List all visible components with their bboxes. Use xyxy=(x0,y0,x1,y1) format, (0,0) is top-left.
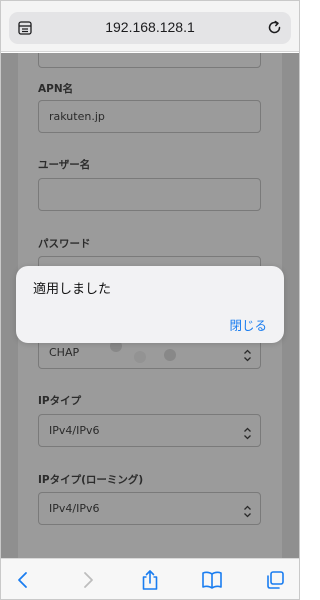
auth-type-value: CHAP xyxy=(49,346,80,359)
username-input[interactable] xyxy=(38,178,261,211)
url-text[interactable]: 192.168.128.1 xyxy=(9,19,291,35)
select-chevron-icon xyxy=(243,425,252,440)
previous-field[interactable] xyxy=(38,53,261,68)
alert-dialog: 適用しました 閉じる xyxy=(16,266,284,343)
apn-input[interactable]: rakuten.jp xyxy=(38,100,261,133)
ip-type-roaming-label: IPタイプ(ローミング) xyxy=(38,474,144,486)
apn-label: APN名 xyxy=(38,83,74,95)
password-label: パスワード xyxy=(38,238,91,250)
apn-value: rakuten.jp xyxy=(49,110,105,123)
dialog-message: 適用しました xyxy=(33,282,112,297)
select-chevron-icon xyxy=(243,503,252,518)
url-field[interactable]: 192.168.128.1 xyxy=(9,12,291,44)
back-icon[interactable] xyxy=(12,569,34,591)
ip-type-select[interactable]: IPv4/IPv6 xyxy=(38,414,261,447)
loading-dot xyxy=(164,349,176,361)
bookmarks-icon[interactable] xyxy=(201,569,223,591)
browser-toolbar xyxy=(0,558,300,600)
ip-type-roaming-select[interactable]: IPv4/IPv6 xyxy=(38,492,261,525)
dialog-close-button[interactable]: 閉じる xyxy=(229,315,267,334)
ip-type-label: IPタイプ xyxy=(38,395,82,407)
browser-address-bar: 192.168.128.1 xyxy=(0,0,300,52)
username-label: ユーザー名 xyxy=(38,159,91,171)
select-chevron-icon xyxy=(243,347,252,362)
loading-dot xyxy=(134,351,146,363)
ip-type-value: IPv4/IPv6 xyxy=(49,424,100,437)
reload-icon[interactable] xyxy=(266,19,283,36)
share-icon[interactable] xyxy=(139,569,161,591)
tabs-icon[interactable] xyxy=(264,569,286,591)
forward-icon[interactable] xyxy=(77,569,99,591)
ip-type-roaming-value: IPv4/IPv6 xyxy=(49,502,100,515)
